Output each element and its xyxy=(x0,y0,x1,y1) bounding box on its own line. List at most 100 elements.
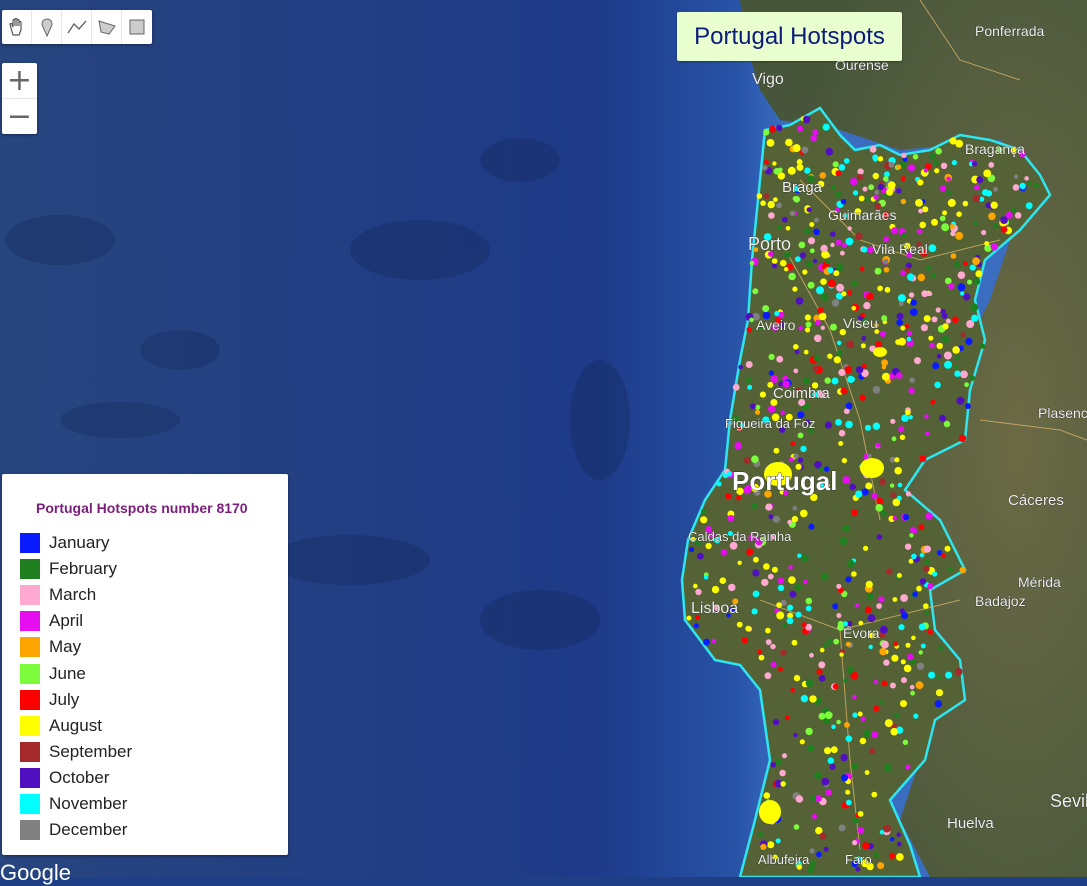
legend-item: July xyxy=(20,687,288,713)
hotspot-dot xyxy=(818,675,826,682)
hotspot-dot xyxy=(967,279,972,285)
hotspot-dot xyxy=(971,314,979,322)
hotspot-dot xyxy=(814,772,822,779)
hotspot-dot xyxy=(944,545,951,552)
hotspot-dot xyxy=(752,288,759,295)
hotspot-dot xyxy=(855,232,863,240)
city-label: Aveiro xyxy=(756,317,796,333)
hotspot-dot xyxy=(830,242,835,248)
city-label: Bragança xyxy=(965,141,1025,157)
line-icon[interactable] xyxy=(62,10,92,44)
hotspot-dot xyxy=(923,603,929,609)
hotspot-dot xyxy=(901,414,909,423)
hotspot-dot xyxy=(725,492,732,500)
hotspot-dot xyxy=(812,129,819,136)
hotspot-dot xyxy=(776,611,785,620)
city-label: Coimbra xyxy=(773,385,830,402)
hotspot-dot xyxy=(688,547,695,553)
hotspot-dot xyxy=(952,316,959,324)
hotspot-dot xyxy=(863,545,869,551)
hotspot-dot xyxy=(811,813,818,820)
legend-swatch xyxy=(20,715,40,736)
country-label: Portugal xyxy=(732,466,837,496)
hotspot-dot xyxy=(810,134,817,142)
hotspot-dot xyxy=(878,596,885,603)
hotspot-dot xyxy=(799,252,807,259)
hotspot-dot xyxy=(771,263,778,269)
hotspot-dot xyxy=(921,290,929,298)
hotspot-dot xyxy=(938,645,943,651)
polygon-icon[interactable] xyxy=(92,10,122,44)
hotspot-dot xyxy=(807,281,815,289)
hotspot-dot xyxy=(782,623,787,628)
legend-label: November xyxy=(49,793,128,813)
hotspot-dot xyxy=(871,731,879,739)
hotspot-dot xyxy=(864,770,870,775)
hotspot-dot xyxy=(862,842,870,850)
hotspot-dot xyxy=(946,190,952,196)
hotspot-dot xyxy=(787,519,793,525)
hotspot-dot xyxy=(809,860,817,867)
hotspot-dot xyxy=(873,156,878,162)
hotspot-dot xyxy=(955,231,964,240)
legend-swatch xyxy=(20,663,40,684)
hotspot-dot xyxy=(988,212,996,221)
hand-icon[interactable] xyxy=(2,10,32,44)
zoom-in-button[interactable]: + xyxy=(2,63,37,99)
hotspot-dot xyxy=(812,365,819,372)
hotspot-dot xyxy=(818,312,827,321)
zoom-out-button[interactable]: − xyxy=(2,99,37,134)
hotspot-dot xyxy=(969,264,976,271)
hotspot-dot xyxy=(960,332,966,338)
hotspot-dot xyxy=(789,590,797,598)
legend-swatch xyxy=(20,637,40,658)
hotspot-dot xyxy=(793,674,801,682)
hotspot-dot xyxy=(778,666,783,672)
hotspot-dot xyxy=(895,853,904,861)
hotspot-dot xyxy=(780,781,786,787)
hotspot-dot xyxy=(947,567,953,573)
legend-item: March xyxy=(20,582,288,608)
hotspot-dot xyxy=(889,682,896,689)
hotspot-dot xyxy=(918,208,923,214)
hotspot-dot xyxy=(763,792,771,799)
hotspot-dot xyxy=(816,286,824,295)
hotspot-dot xyxy=(772,161,777,166)
hotspot-dot xyxy=(824,377,831,384)
hotspot-dot xyxy=(897,294,906,303)
hotspot-dot xyxy=(841,242,847,248)
hotspot-dot xyxy=(936,353,942,359)
hotspot-dot xyxy=(861,488,869,496)
hotspot-dot xyxy=(798,241,806,249)
hotspot-dot xyxy=(1011,208,1017,213)
hotspot-dot xyxy=(770,375,779,383)
hotspot-dot xyxy=(844,722,850,728)
hotspot-dot xyxy=(824,711,833,720)
hotspot-dot xyxy=(883,258,889,264)
hotspot-dot xyxy=(904,324,910,329)
hotspot-dot xyxy=(976,176,984,184)
hotspot-dot xyxy=(790,687,795,693)
hotspot-dot xyxy=(792,286,798,292)
hotspot-dot xyxy=(809,695,817,703)
hotspot-dot xyxy=(880,510,887,517)
hotspot-dot xyxy=(844,366,852,374)
hotspot-dot xyxy=(902,514,910,521)
hotspot-dot xyxy=(905,764,911,770)
hotspot-dot xyxy=(838,429,846,437)
hotspot-dot xyxy=(780,259,787,267)
hotspot-dot xyxy=(827,353,833,359)
hotspot-dot xyxy=(948,282,955,290)
hotspot-dot xyxy=(960,370,968,379)
hotspot-dot xyxy=(835,418,842,426)
rectangle-icon[interactable] xyxy=(122,10,152,44)
hotspot-dot xyxy=(800,694,809,703)
hotspot-dot xyxy=(879,700,884,705)
hotspot-dot xyxy=(891,227,898,235)
marker-icon[interactable] xyxy=(32,10,62,44)
legend-swatch xyxy=(20,585,40,606)
hotspot-dot xyxy=(752,569,760,577)
hotspot-dot xyxy=(836,719,841,725)
hotspot-dot xyxy=(890,837,895,842)
hotspot-dot xyxy=(975,270,983,278)
